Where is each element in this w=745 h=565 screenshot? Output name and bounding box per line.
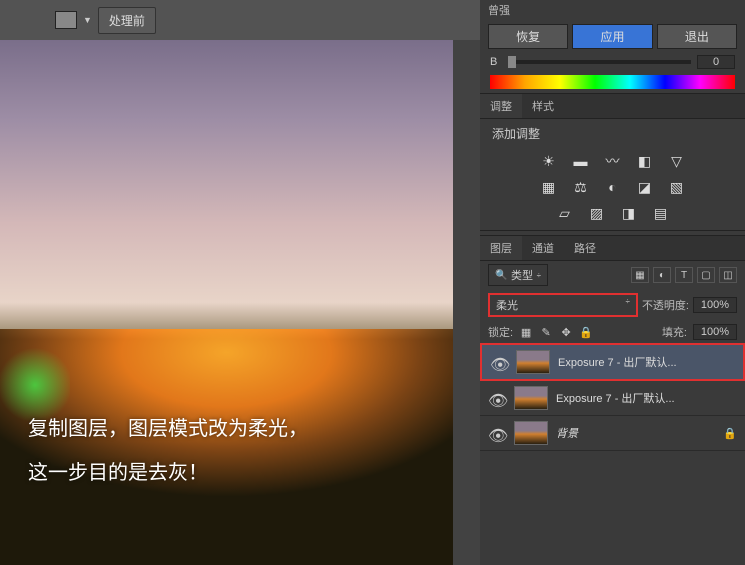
- adjust-icons-row2: ▦ ⚖ ◐ ◪ ▧: [480, 174, 745, 200]
- layer-thumbnail[interactable]: [516, 350, 550, 374]
- photo-filter-icon[interactable]: ◪: [634, 178, 656, 196]
- filter-smart-icon[interactable]: ◫: [719, 267, 737, 283]
- blend-mode-row: 柔光÷ 不透明度: 100%: [480, 289, 745, 321]
- b-label: B: [490, 56, 502, 68]
- b-slider[interactable]: [508, 60, 691, 64]
- layers-tabs: 图层 通道 路径: [480, 235, 745, 261]
- opacity-value[interactable]: 100%: [693, 297, 737, 313]
- exit-button[interactable]: 退出: [657, 24, 737, 49]
- visibility-icon[interactable]: 👁: [488, 391, 506, 405]
- lock-row: 锁定: ▦ ✎ ✥ 🔒 填充: 100%: [480, 321, 745, 343]
- action-buttons: 恢复 应用 退出: [480, 20, 745, 53]
- hue-icon[interactable]: ▦: [538, 178, 560, 196]
- tab-layers[interactable]: 图层: [480, 236, 522, 260]
- lock-badge-icon: 🔒: [723, 427, 737, 440]
- tab-styles[interactable]: 样式: [522, 94, 564, 118]
- filter-shape-icon[interactable]: ▢: [697, 267, 715, 283]
- canvas-caption: 复制图层，图层模式改为柔光， 这一步目的是去灰！: [28, 407, 308, 495]
- lock-transparent-icon[interactable]: ▦: [519, 325, 533, 339]
- b-slider-row: B 0: [480, 53, 745, 71]
- apply-button[interactable]: 应用: [572, 24, 652, 49]
- image-canvas[interactable]: 复制图层，图层模式改为柔光， 这一步目的是去灰！: [0, 40, 453, 565]
- color-spectrum[interactable]: [490, 75, 735, 89]
- blend-mode-dropdown[interactable]: 柔光÷: [488, 293, 638, 317]
- enhance-label: 曾强: [480, 0, 745, 20]
- balance-icon[interactable]: ⚖: [570, 178, 592, 196]
- bw-icon[interactable]: ◐: [602, 178, 624, 196]
- visibility-icon[interactable]: 👁: [488, 426, 506, 440]
- layer-item-0[interactable]: 👁 Exposure 7 - 出厂默认...: [480, 343, 745, 381]
- filter-type-dropdown[interactable]: 🔍类型÷: [488, 264, 548, 286]
- layer-filter-row: 🔍类型÷ ▦ ◐ T ▢ ◫: [480, 261, 745, 289]
- dropdown-arrow[interactable]: ▼: [83, 15, 92, 25]
- top-toolbar: ▼ 处理前: [0, 0, 480, 40]
- before-button[interactable]: 处理前: [98, 7, 156, 34]
- divider: [480, 230, 745, 231]
- posterize-icon[interactable]: ▨: [586, 204, 608, 222]
- fill-value[interactable]: 100%: [693, 324, 737, 340]
- channel-mix-icon[interactable]: ▧: [666, 178, 688, 196]
- filter-adjust-icon[interactable]: ◐: [653, 267, 671, 283]
- levels-icon[interactable]: ▬: [570, 152, 592, 170]
- b-value[interactable]: 0: [697, 55, 735, 69]
- fill-label: 填充:: [662, 324, 687, 340]
- layer-name[interactable]: Exposure 7 - 出厂默认...: [556, 390, 737, 406]
- tab-paths[interactable]: 路径: [564, 236, 606, 260]
- lock-all-icon[interactable]: 🔒: [579, 325, 593, 339]
- exposure-icon[interactable]: ◧: [634, 152, 656, 170]
- tab-adjust[interactable]: 调整: [480, 94, 522, 118]
- tab-channels[interactable]: 通道: [522, 236, 564, 260]
- layer-item-1[interactable]: 👁 Exposure 7 - 出厂默认...: [480, 381, 745, 416]
- opacity-label: 不透明度:: [642, 297, 689, 313]
- lock-pixels-icon[interactable]: ✎: [539, 325, 553, 339]
- layer-thumbnail[interactable]: [514, 386, 548, 410]
- layer-name[interactable]: Exposure 7 - 出厂默认...: [558, 354, 735, 370]
- lock-position-icon[interactable]: ✥: [559, 325, 573, 339]
- layer-name[interactable]: 背景: [556, 425, 715, 441]
- vibrance-icon[interactable]: ▽: [666, 152, 688, 170]
- adjust-icons-row1: ☀ ▬ 〰 ◧ ▽: [480, 148, 745, 174]
- invert-icon[interactable]: ▱: [554, 204, 576, 222]
- visibility-icon[interactable]: 👁: [490, 355, 508, 369]
- b-slider-thumb[interactable]: [508, 56, 516, 68]
- threshold-icon[interactable]: ◨: [618, 204, 640, 222]
- adjust-icons-row3: ▱ ▨ ◨ ▤: [480, 200, 745, 226]
- curves-icon[interactable]: 〰: [602, 152, 624, 170]
- layer-thumbnail[interactable]: [514, 421, 548, 445]
- adjust-tabs: 调整 样式: [480, 93, 745, 119]
- color-swatch[interactable]: [55, 11, 77, 29]
- gradient-map-icon[interactable]: ▤: [650, 204, 672, 222]
- add-adjust-title: 添加调整: [480, 119, 745, 148]
- layers-list: 👁 Exposure 7 - 出厂默认... 👁 Exposure 7 - 出厂…: [480, 343, 745, 565]
- layer-item-2[interactable]: 👁 背景 🔒: [480, 416, 745, 451]
- brightness-icon[interactable]: ☀: [538, 152, 560, 170]
- restore-button[interactable]: 恢复: [488, 24, 568, 49]
- filter-pixel-icon[interactable]: ▦: [631, 267, 649, 283]
- lock-label: 锁定:: [488, 324, 513, 340]
- filter-type-icon[interactable]: T: [675, 267, 693, 283]
